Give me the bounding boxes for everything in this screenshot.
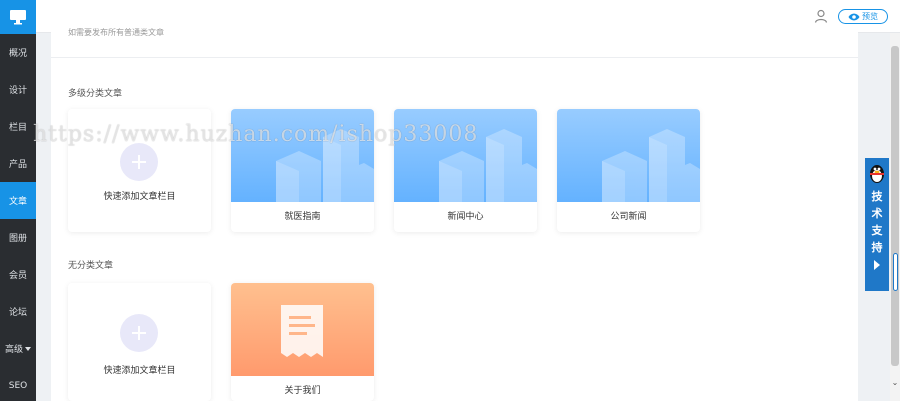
thermometer-icon xyxy=(893,253,898,291)
sidebar-item-advanced[interactable]: 高级 xyxy=(0,330,36,367)
sidebar-item-seo[interactable]: SEO xyxy=(0,367,36,401)
sidebar: 概况 设计 栏目 产品 文章 图册 会员 论坛 高级 SEO xyxy=(0,0,36,401)
add-column-card[interactable]: 快速添加文章栏目 xyxy=(68,283,211,401)
divider xyxy=(51,57,858,58)
plus-icon xyxy=(120,143,158,181)
support-label: 技术支持 xyxy=(871,190,883,254)
hint-text: 如需要发布所有普通类文章 xyxy=(68,28,164,37)
scrollbar-thumb[interactable] xyxy=(891,46,899,366)
tech-support-widget[interactable]: 技术支持 xyxy=(865,158,889,291)
penguin-icon xyxy=(870,165,884,183)
eye-icon xyxy=(848,13,860,20)
add-column-label: 快速添加文章栏目 xyxy=(103,366,176,376)
category-label: 关于我们 xyxy=(284,386,321,396)
sidebar-item-overview[interactable]: 概况 xyxy=(0,34,36,71)
section-title-uncategorized: 无分类文章 xyxy=(68,261,114,271)
category-label: 新闻中心 xyxy=(447,212,484,222)
sidebar-item-articles[interactable]: 文章 xyxy=(0,182,36,219)
chevron-down-icon xyxy=(25,346,31,351)
sidebar-item-design[interactable]: 设计 xyxy=(0,71,36,108)
document-illustration xyxy=(231,283,374,376)
content-panel: 如需要发布所有普通类文章 多级分类文章 快速添加文章栏目 就医指南 新闻中心 公… xyxy=(51,24,858,401)
sidebar-item-forum[interactable]: 论坛 xyxy=(0,293,36,330)
category-label: 公司新闻 xyxy=(610,212,647,222)
plus-icon xyxy=(120,314,158,352)
sidebar-item-columns[interactable]: 栏目 xyxy=(0,108,36,145)
category-label: 就医指南 xyxy=(284,212,321,222)
watermark: https://www.huzhan.com/ishop33008 xyxy=(33,122,479,147)
monitor-icon[interactable] xyxy=(0,0,36,34)
chevron-down-icon[interactable]: ⌄ xyxy=(891,378,899,388)
category-card-about-us[interactable]: 关于我们 xyxy=(231,283,374,401)
category-card-company-news[interactable]: 公司新闻 xyxy=(557,109,700,232)
sidebar-item-members[interactable]: 会员 xyxy=(0,256,36,293)
sidebar-item-albums[interactable]: 图册 xyxy=(0,219,36,256)
section-title-multi: 多级分类文章 xyxy=(68,89,123,99)
add-column-label: 快速添加文章栏目 xyxy=(103,192,176,202)
sidebar-item-products[interactable]: 产品 xyxy=(0,145,36,182)
preview-button[interactable]: 预览 xyxy=(838,9,888,24)
buildings-illustration xyxy=(557,109,700,202)
arrow-right-icon xyxy=(874,260,880,270)
user-icon[interactable] xyxy=(814,9,828,23)
